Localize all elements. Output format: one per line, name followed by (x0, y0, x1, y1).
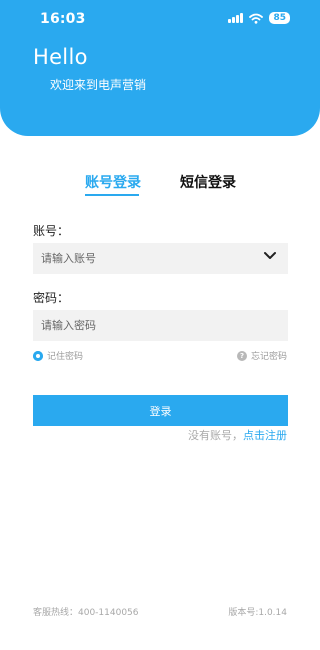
welcome-subtitle: 欢迎来到电声营销 (50, 78, 147, 92)
status-time: 16:03 (40, 11, 86, 27)
wifi-icon (249, 13, 264, 24)
service-hotline: 客服热线：400-1140056 (33, 608, 139, 618)
chevron-down-icon[interactable] (263, 251, 277, 261)
register-row: 没有账号，点击注册 (188, 427, 287, 443)
radio-checked-icon[interactable] (33, 350, 43, 361)
remember-password-option[interactable]: 记住密码 (33, 349, 83, 362)
battery-icon: 85 (269, 12, 290, 24)
tab-account-login[interactable]: 账号登录 (85, 172, 141, 192)
account-input[interactable] (33, 243, 288, 274)
forgot-password-label: 忘记密码 (250, 352, 287, 362)
no-account-text: 没有账号， (188, 429, 243, 442)
question-icon: ? (236, 350, 247, 361)
status-bar: 16:03 85 (0, 0, 320, 40)
register-link[interactable]: 点击注册 (243, 429, 287, 442)
active-tab-indicator (85, 194, 139, 196)
login-tabs: 账号登录 短信登录 (0, 172, 320, 202)
remember-password-label: 记住密码 (47, 352, 84, 362)
version-number: 版本号:1.0.14 (228, 608, 287, 618)
status-icons: 85 (228, 12, 290, 24)
password-input[interactable] (33, 310, 288, 341)
forgot-password-link[interactable]: ? 忘记密码 (236, 349, 287, 362)
greeting-title: Hello (33, 45, 88, 69)
tab-sms-login[interactable]: 短信登录 (180, 172, 236, 192)
password-label: 密码： (33, 291, 70, 305)
login-button[interactable]: 登录 (33, 395, 288, 426)
account-label: 账号： (33, 224, 70, 238)
signal-icon (228, 13, 244, 23)
header: 16:03 85 Hello 欢迎来到电声营销 (0, 0, 320, 136)
